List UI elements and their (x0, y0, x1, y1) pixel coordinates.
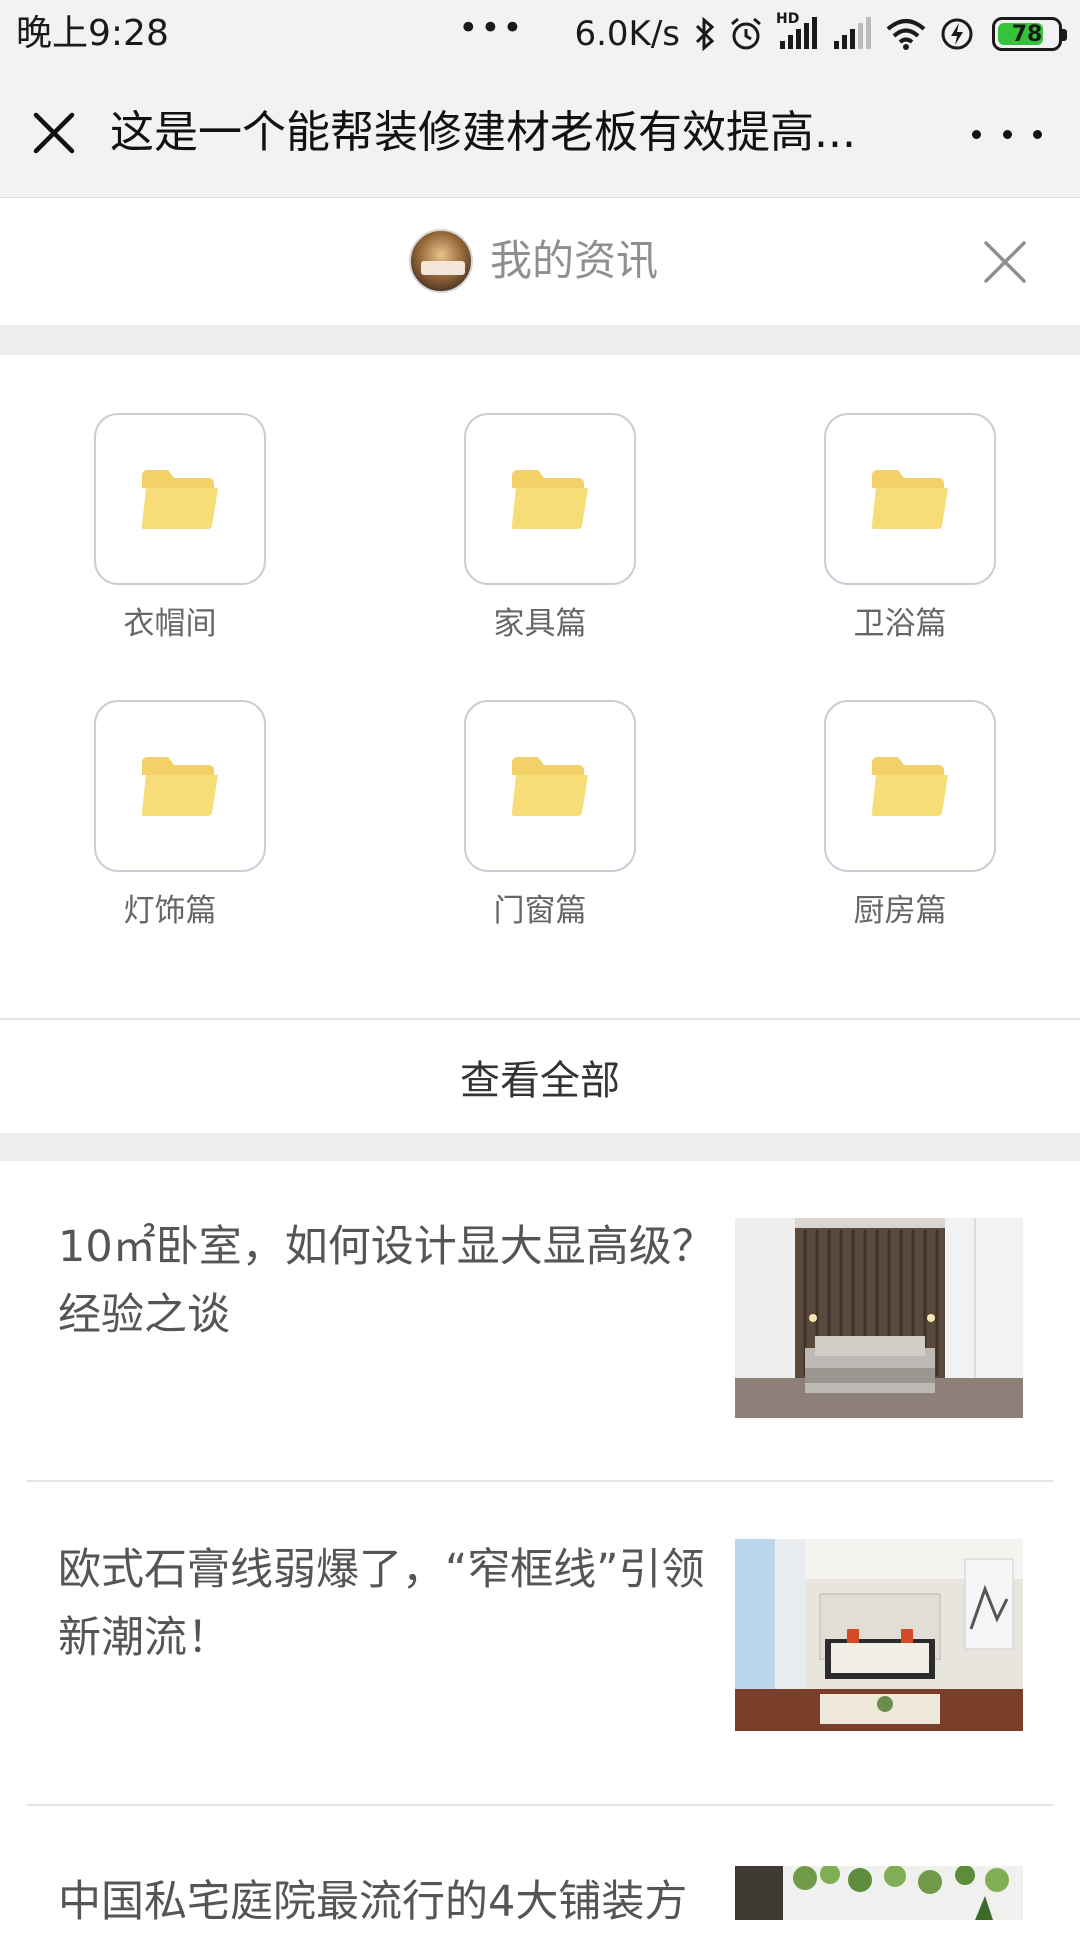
garden-image (735, 1866, 1023, 1920)
folder-icon (511, 470, 588, 529)
article-item[interactable]: 10㎡卧室，如何设计显大显高级？经验之谈 (0, 1161, 1080, 1481)
article-thumbnail[interactable] (735, 1866, 1023, 1920)
close-icon (984, 241, 1026, 283)
article-title[interactable]: 欧式石膏线弱爆了，“窄框线”引领新潮流！ (58, 1536, 728, 1672)
article-thumbnail[interactable] (735, 1539, 1023, 1731)
view-all-button[interactable]: 查看全部 (0, 1018, 1080, 1133)
category-tile[interactable] (94, 413, 266, 585)
sub-header-title: 我的资讯 (490, 236, 659, 285)
folder-icon (871, 470, 948, 529)
article-thumbnail[interactable] (735, 1218, 1023, 1418)
folder-icon (511, 757, 588, 816)
folder-icon (141, 757, 218, 816)
category-label: 卫浴篇 (853, 606, 947, 642)
bluetooth-icon (694, 17, 716, 51)
more-options-button[interactable] (972, 116, 1042, 152)
battery-indicator: 78 (992, 17, 1067, 51)
section-divider (0, 1133, 1080, 1161)
folder-icon (871, 757, 948, 816)
page-title: 这是一个能帮装修建材老板有效提高... (110, 107, 856, 158)
bedroom-image (735, 1539, 1023, 1731)
category-grid: 衣帽间 家具篇 卫浴篇 灯饰篇 门窗篇 厨房篇 (0, 355, 1080, 1015)
bedroom-image (735, 1218, 1023, 1418)
article-title[interactable]: 中国私宅庭院最流行的4大铺装方 (58, 1868, 728, 1936)
signal-hd-icon: HD (776, 11, 818, 51)
battery-percentage: 78 (1011, 21, 1043, 47)
status-indicators: ••• 6.0K/s HD 78 (458, 8, 1067, 58)
more-dot-icon (972, 129, 981, 139)
article-item[interactable]: 欧式石膏线弱爆了，“窄框线”引领新潮流！ (0, 1482, 1080, 1804)
category-item[interactable]: 厨房篇 (790, 642, 1010, 929)
category-item[interactable]: 家具篇 (430, 355, 650, 642)
network-speed: 6.0K/s (574, 14, 680, 54)
sub-header-close-button[interactable] (980, 237, 1030, 287)
category-tile[interactable] (824, 413, 996, 585)
category-item[interactable]: 门窗篇 (430, 642, 650, 929)
category-label: 家具篇 (493, 606, 587, 642)
hd-label: HD (776, 11, 800, 27)
alarm-icon (728, 16, 764, 52)
sub-header: 我的资讯 (0, 199, 1080, 325)
status-bar: 晚上9:28 ••• 6.0K/s HD 78 (0, 0, 1080, 68)
category-tile[interactable] (824, 700, 996, 872)
category-tile[interactable] (464, 413, 636, 585)
category-label: 门窗篇 (493, 893, 587, 929)
close-button[interactable] (26, 105, 82, 161)
folder-icon (141, 470, 218, 529)
signal-icon (830, 17, 872, 51)
category-item[interactable]: 灯饰篇 (60, 642, 280, 929)
article-title[interactable]: 10㎡卧室，如何设计显大显高级？经验之谈 (58, 1213, 728, 1349)
category-tile[interactable] (464, 700, 636, 872)
article-item[interactable]: 中国私宅庭院最流行的4大铺装方 (0, 1806, 1080, 1927)
category-label: 灯饰篇 (123, 893, 217, 929)
category-item[interactable]: 衣帽间 (60, 355, 280, 642)
category-label: 衣帽间 (123, 606, 217, 642)
category-tile[interactable] (94, 700, 266, 872)
more-dot-icon (1002, 129, 1012, 139)
wifi-icon (884, 17, 928, 51)
more-notifications-icon: ••• (458, 8, 525, 48)
category-item[interactable]: 卫浴篇 (790, 355, 1010, 642)
category-label: 厨房篇 (853, 893, 947, 929)
charging-icon (940, 17, 974, 51)
title-bar: 这是一个能帮装修建材老板有效提高... (0, 68, 1080, 198)
more-dot-icon (1033, 129, 1042, 139)
avatar (409, 229, 473, 293)
status-time: 晚上9:28 (16, 13, 169, 54)
close-icon (33, 112, 75, 154)
section-divider (0, 325, 1080, 355)
